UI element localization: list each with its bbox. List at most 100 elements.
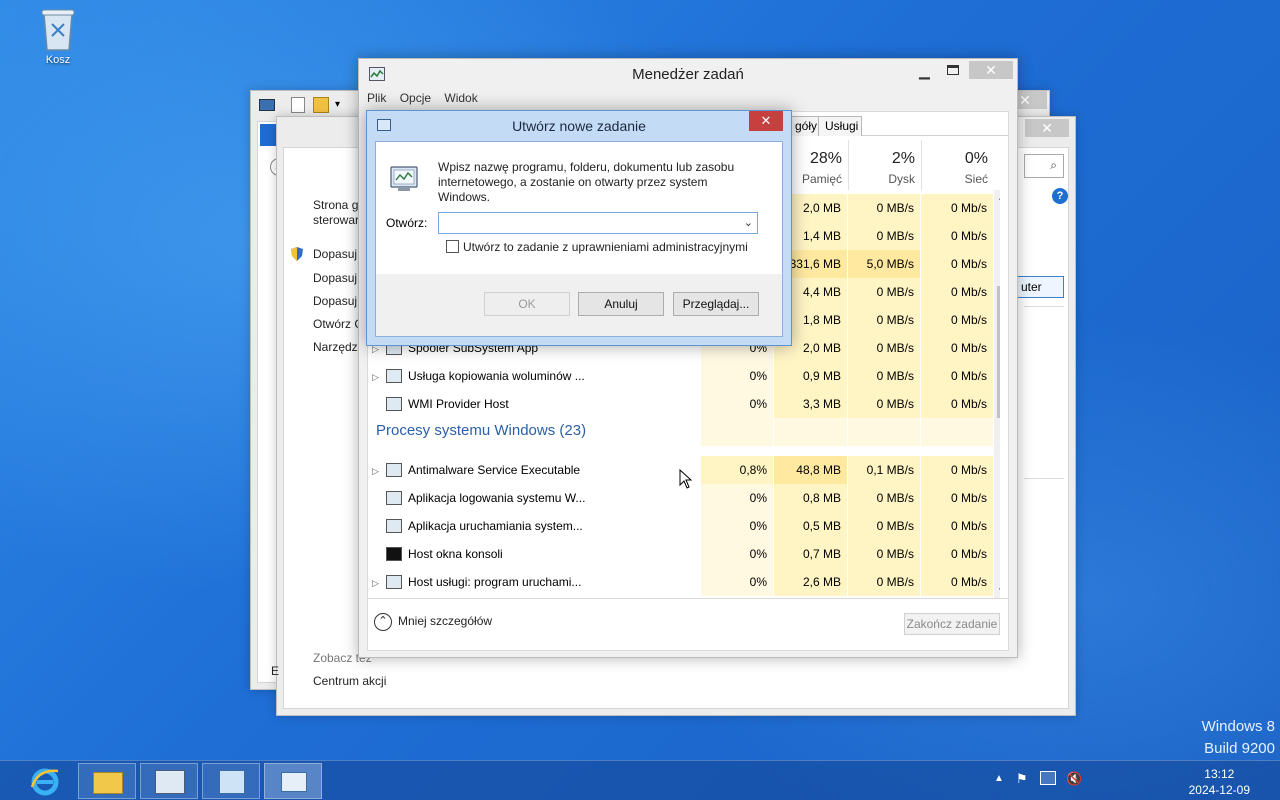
expand-icon[interactable]: ▷ [372, 457, 386, 485]
column-network[interactable]: 0% Sieć [921, 140, 994, 190]
tab-services[interactable]: Usługi [818, 116, 862, 136]
winlogon-cpu: 0% [701, 484, 773, 512]
dialog-titlebar[interactable]: Utwórz nowe zadanie ✕ [367, 111, 791, 139]
menu-view[interactable]: Widok [444, 91, 477, 105]
conhost-cpu: 0% [701, 540, 773, 568]
antimalware-network: 0 Mb/s [921, 456, 993, 484]
system-tray: ▲ ⚑ 🔇 13:12 2024-12-09 [994, 761, 1280, 800]
folder-icon[interactable] [313, 97, 329, 113]
row1-network: 0 Mb/s [921, 194, 993, 222]
clock[interactable]: 13:12 2024-12-09 [1189, 766, 1250, 798]
close-button-2[interactable]: ✕ [1025, 119, 1069, 137]
admin-checkbox-label: Utwórz to zadanie z uprawnieniami admini… [463, 240, 748, 254]
search-box[interactable]: ⌕ [1024, 154, 1064, 178]
cp-link-open[interactable]: Otwórz C [313, 317, 363, 331]
task-manager-close-button[interactable]: ✕ [969, 61, 1013, 79]
cp-link-home-2[interactable]: sterowar [313, 213, 359, 227]
taskbar-run-dialog[interactable] [264, 763, 322, 799]
browse-button[interactable]: Przeglądaj... [673, 292, 759, 316]
fewer-details-button[interactable]: ⌃ Mniej szczegółów [374, 613, 492, 631]
chevron-up-icon: ⌃ [374, 613, 392, 631]
process-row-svchost[interactable]: ▷ Host usługi: program uruchami... [372, 568, 581, 596]
minimize-button[interactable]: ▁ [919, 63, 933, 80]
vss-disk: 0 MB/s [848, 362, 920, 390]
console-icon [386, 546, 402, 561]
cp-link-adjust-2[interactable]: Dopasuj [313, 271, 357, 285]
control-panel-icon [219, 770, 245, 794]
column-disk[interactable]: 2% Dysk [848, 140, 921, 190]
ok-button[interactable]: OK [484, 292, 570, 316]
shield-icon [290, 246, 304, 262]
taskbar-control-panel[interactable] [202, 763, 260, 799]
open-combobox[interactable]: ⌄ [438, 212, 758, 234]
process-row-conhost[interactable]: Host okna konsoli [372, 540, 503, 568]
maximize-button[interactable] [947, 65, 959, 75]
show-hidden-icons[interactable]: ▲ [994, 773, 1004, 784]
antimalware-memory: 48,8 MB [774, 456, 847, 484]
process-row-vss[interactable]: ▷ Usługa kopiowania woluminów ... [372, 362, 585, 390]
group-hdr-fill-net [921, 418, 993, 446]
clock-time: 13:12 [1204, 767, 1235, 781]
vertical-scrollbar[interactable]: ▲ ▼ [994, 190, 1000, 602]
expand-icon[interactable]: ▷ [372, 363, 386, 391]
network-icon[interactable] [1040, 771, 1056, 785]
vss-cpu: 0% [701, 362, 773, 390]
conhost-disk: 0 MB/s [848, 540, 920, 568]
group-header-windows-processes[interactable]: Procesy systemu Windows (23) [376, 422, 586, 439]
recycle-bin-label: Kosz [45, 54, 71, 66]
checkbox-box[interactable] [446, 240, 459, 254]
vss-memory: 0,9 MB [774, 362, 847, 390]
dialog-close-button[interactable]: ✕ [749, 111, 783, 131]
menu-options[interactable]: Opcje [400, 91, 431, 105]
gear-icon [386, 574, 402, 589]
cp-link-tools[interactable]: Narzędzi [313, 340, 360, 354]
run-program-icon [388, 164, 420, 194]
process-row-winlogon[interactable]: Aplikacja logowania systemu W... [372, 484, 585, 512]
cp-link-adjust-3[interactable]: Dopasuj [313, 294, 357, 308]
volume-muted-icon[interactable]: 🔇 [1066, 771, 1082, 787]
help-icon[interactable]: ? [1052, 188, 1068, 204]
svchost-disk: 0 MB/s [848, 568, 920, 596]
row5-network: 0 Mb/s [921, 306, 993, 334]
antimalware-disk: 0,1 MB/s [848, 456, 920, 484]
process-row-wininit[interactable]: Aplikacja uruchamiania system... [372, 512, 583, 540]
fewer-details-label: Mniej szczegółów [398, 614, 493, 629]
scroll-thumb[interactable] [997, 286, 1000, 418]
cp-link-adjust-1[interactable]: Dopasuj [313, 247, 357, 261]
disk-label: Dysk [888, 172, 915, 186]
internet-explorer-icon[interactable] [28, 765, 62, 797]
computer-button[interactable]: uter [1016, 276, 1064, 298]
expand-icon[interactable]: ▷ [372, 569, 386, 597]
task-manager-titlebar[interactable]: Menedżer zadań ▁ ✕ [359, 59, 1017, 89]
recycle-bin[interactable]: Kosz [28, 6, 88, 66]
taskbar-file-explorer[interactable] [78, 763, 136, 799]
end-task-button[interactable]: Zakończ zadanie [904, 613, 1000, 635]
dropdown-icon[interactable]: ▾ [335, 99, 340, 110]
service-icon [386, 490, 402, 505]
create-task-dialog[interactable]: Utwórz nowe zadanie ✕ Wpisz nazwę progra… [366, 110, 792, 346]
clock-date: 2024-12-09 [1188, 783, 1250, 797]
winlogon-network: 0 Mb/s [921, 484, 993, 512]
flag-icon[interactable]: ⚑ [1016, 771, 1030, 786]
cancel-button[interactable]: Anuluj [578, 292, 664, 316]
process-row-wmi[interactable]: WMI Provider Host [372, 390, 509, 418]
scroll-up-icon[interactable]: ▲ [994, 192, 1000, 203]
svchost-memory: 2,6 MB [774, 568, 847, 596]
conhost-memory: 0,7 MB [774, 540, 847, 568]
group-hdr-fill-mem [774, 418, 847, 446]
scroll-down-icon[interactable]: ▼ [994, 586, 1000, 597]
properties-icon[interactable] [291, 97, 305, 113]
spooler-network: 0 Mb/s [921, 334, 993, 362]
conhost-network: 0 Mb/s [921, 540, 993, 568]
wmi-cpu: 0% [701, 390, 773, 418]
service-icon [386, 368, 402, 383]
taskbar-task-manager[interactable] [140, 763, 198, 799]
menu-file[interactable]: Plik [367, 91, 386, 105]
admin-checkbox[interactable]: Utwórz to zadanie z uprawnieniami admini… [446, 240, 748, 254]
cp-link-home[interactable]: Strona g [313, 198, 358, 212]
chevron-down-icon[interactable]: ⌄ [744, 216, 753, 229]
process-name: Host okna konsoli [408, 547, 503, 561]
action-center-link[interactable]: Centrum akcji [313, 674, 386, 688]
process-row-antimalware[interactable]: ▷ Antimalware Service Executable [372, 456, 580, 484]
open-label: Otwórz: [386, 216, 428, 230]
